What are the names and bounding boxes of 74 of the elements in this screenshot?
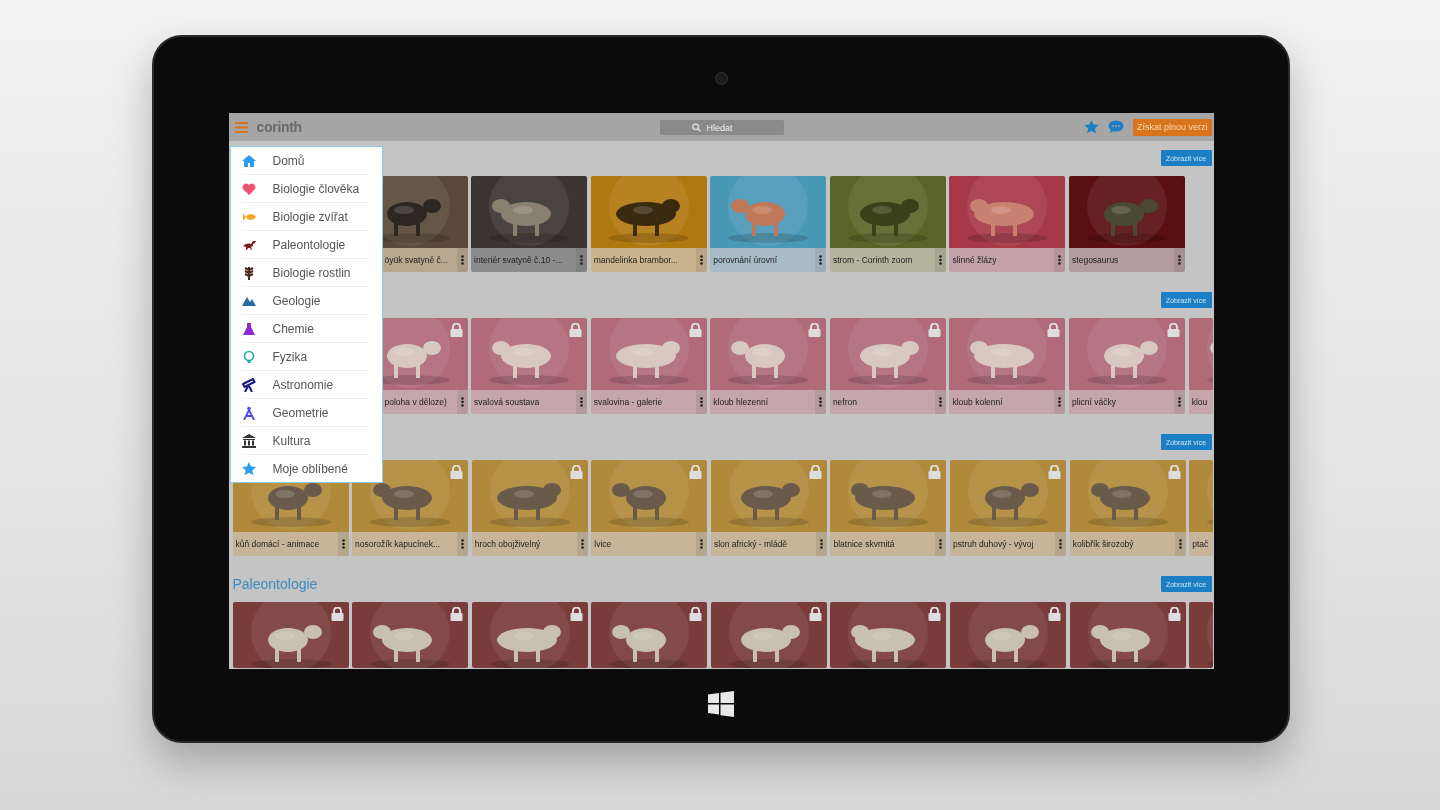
menu-item[interactable]: Domů	[240, 147, 369, 175]
more-options-icon[interactable]	[819, 255, 823, 265]
more-options-icon[interactable]	[341, 539, 345, 549]
menu-item[interactable]: Chemie	[240, 315, 369, 343]
card-caption-bar[interactable]: hroch obojživelný	[471, 532, 588, 556]
card-caption-bar[interactable]: ptač	[1189, 532, 1214, 556]
more-options-icon[interactable]	[460, 255, 464, 265]
card-caption-bar[interactable]: strom - Corinth zoom	[829, 248, 946, 272]
card-caption-bar[interactable]: öyük svatyně č...	[381, 248, 468, 272]
section-title: Paleontologie	[232, 576, 319, 592]
menu-item[interactable]: Biologie člověka	[240, 175, 369, 203]
more-options-icon[interactable]	[700, 539, 704, 549]
star-icon	[241, 461, 256, 476]
more-options-icon[interactable]	[938, 255, 942, 265]
card-caption-bar[interactable]: kloub kolenní	[949, 390, 1066, 414]
card-caption-bar[interactable]: blatnice skvrnitá	[830, 532, 947, 556]
card-caption-bar[interactable]: svalovina - galerie	[590, 390, 707, 414]
card-caption-bar[interactable]: kolibřík širozobý	[1069, 532, 1186, 556]
more-options-icon[interactable]	[580, 397, 584, 407]
more-options-icon[interactable]	[461, 539, 465, 549]
more-options-icon[interactable]	[819, 397, 823, 407]
menu-item[interactable]: Biologie zvířat	[240, 203, 369, 231]
menu-item[interactable]: Astronomie	[240, 371, 369, 399]
menu-item[interactable]: Kultura	[240, 427, 369, 455]
more-options-icon[interactable]	[1058, 397, 1062, 407]
more-options-icon[interactable]	[1178, 397, 1182, 407]
card-caption-bar[interactable]: poloha v děloze)	[381, 390, 468, 414]
card-caption-bar[interactable]: kůň domácí - animace	[232, 532, 349, 556]
more-options-icon[interactable]	[1178, 255, 1182, 265]
menu-item[interactable]: Paleontologie	[240, 231, 369, 259]
home-icon	[241, 153, 256, 168]
card-caption-bar[interactable]: nefron	[829, 390, 946, 414]
star-icon[interactable]	[1083, 120, 1099, 134]
card-caption-bar[interactable]: nosorožík kapucínek...	[352, 532, 469, 556]
more-options-icon[interactable]	[460, 397, 464, 407]
card-caption-bar[interactable]: plicní váčky	[1069, 390, 1186, 414]
card-caption-bar[interactable]: slon africký - mládě	[710, 532, 827, 556]
card-caption-bar[interactable]: interiér svatyně č.10 -...	[471, 248, 588, 272]
search-field[interactable]: Hledat	[659, 120, 784, 135]
lightbulb-icon	[241, 349, 256, 364]
card-caption-bar[interactable]: lvice	[591, 532, 708, 556]
building-icon	[241, 433, 256, 448]
more-options-icon[interactable]	[1058, 255, 1062, 265]
card-caption-bar[interactable]: svalová soustava	[471, 390, 588, 414]
app-logo: corinth	[256, 119, 302, 135]
card-caption-bar[interactable]: klou	[1188, 390, 1213, 414]
card-caption-bar[interactable]: stegosaurus	[1069, 248, 1186, 272]
menu-item[interactable]: Geometrie	[240, 399, 369, 427]
card-caption-bar[interactable]: pstruh duhový - vývoj	[950, 532, 1067, 556]
windows-logo-icon[interactable]	[708, 691, 734, 717]
card-caption-bar[interactable]: slinné žlázy	[949, 248, 1066, 272]
more-options-icon[interactable]	[1178, 539, 1182, 549]
more-options-icon[interactable]	[580, 539, 584, 549]
search-icon	[691, 123, 701, 132]
menu-item[interactable]: Moje oblíbené	[240, 455, 369, 482]
flask-icon	[241, 321, 256, 336]
card-caption-bar[interactable]: mandelinka brambor...	[590, 248, 707, 272]
more-options-icon[interactable]	[699, 397, 703, 407]
menu-item[interactable]: Geologie	[240, 287, 369, 315]
more-options-icon[interactable]	[1059, 539, 1063, 549]
camera-icon	[714, 72, 728, 85]
more-options-icon[interactable]	[939, 539, 943, 549]
compass-icon	[241, 405, 256, 420]
more-options-icon[interactable]	[938, 397, 942, 407]
more-options-icon[interactable]	[580, 255, 584, 265]
more-options-icon[interactable]	[699, 255, 703, 265]
menu-item[interactable]: Biologie rostlin	[240, 259, 369, 287]
search-input[interactable]: Hledat	[706, 122, 752, 133]
telescope-icon	[241, 377, 256, 392]
menu-item[interactable]: Fyzika	[240, 343, 369, 371]
heart-icon	[241, 181, 256, 196]
card-caption-bar[interactable]: kloub hlezenní	[710, 390, 827, 414]
card-caption-bar[interactable]: porovnání úrovní	[710, 248, 827, 272]
more-options-icon[interactable]	[819, 539, 823, 549]
